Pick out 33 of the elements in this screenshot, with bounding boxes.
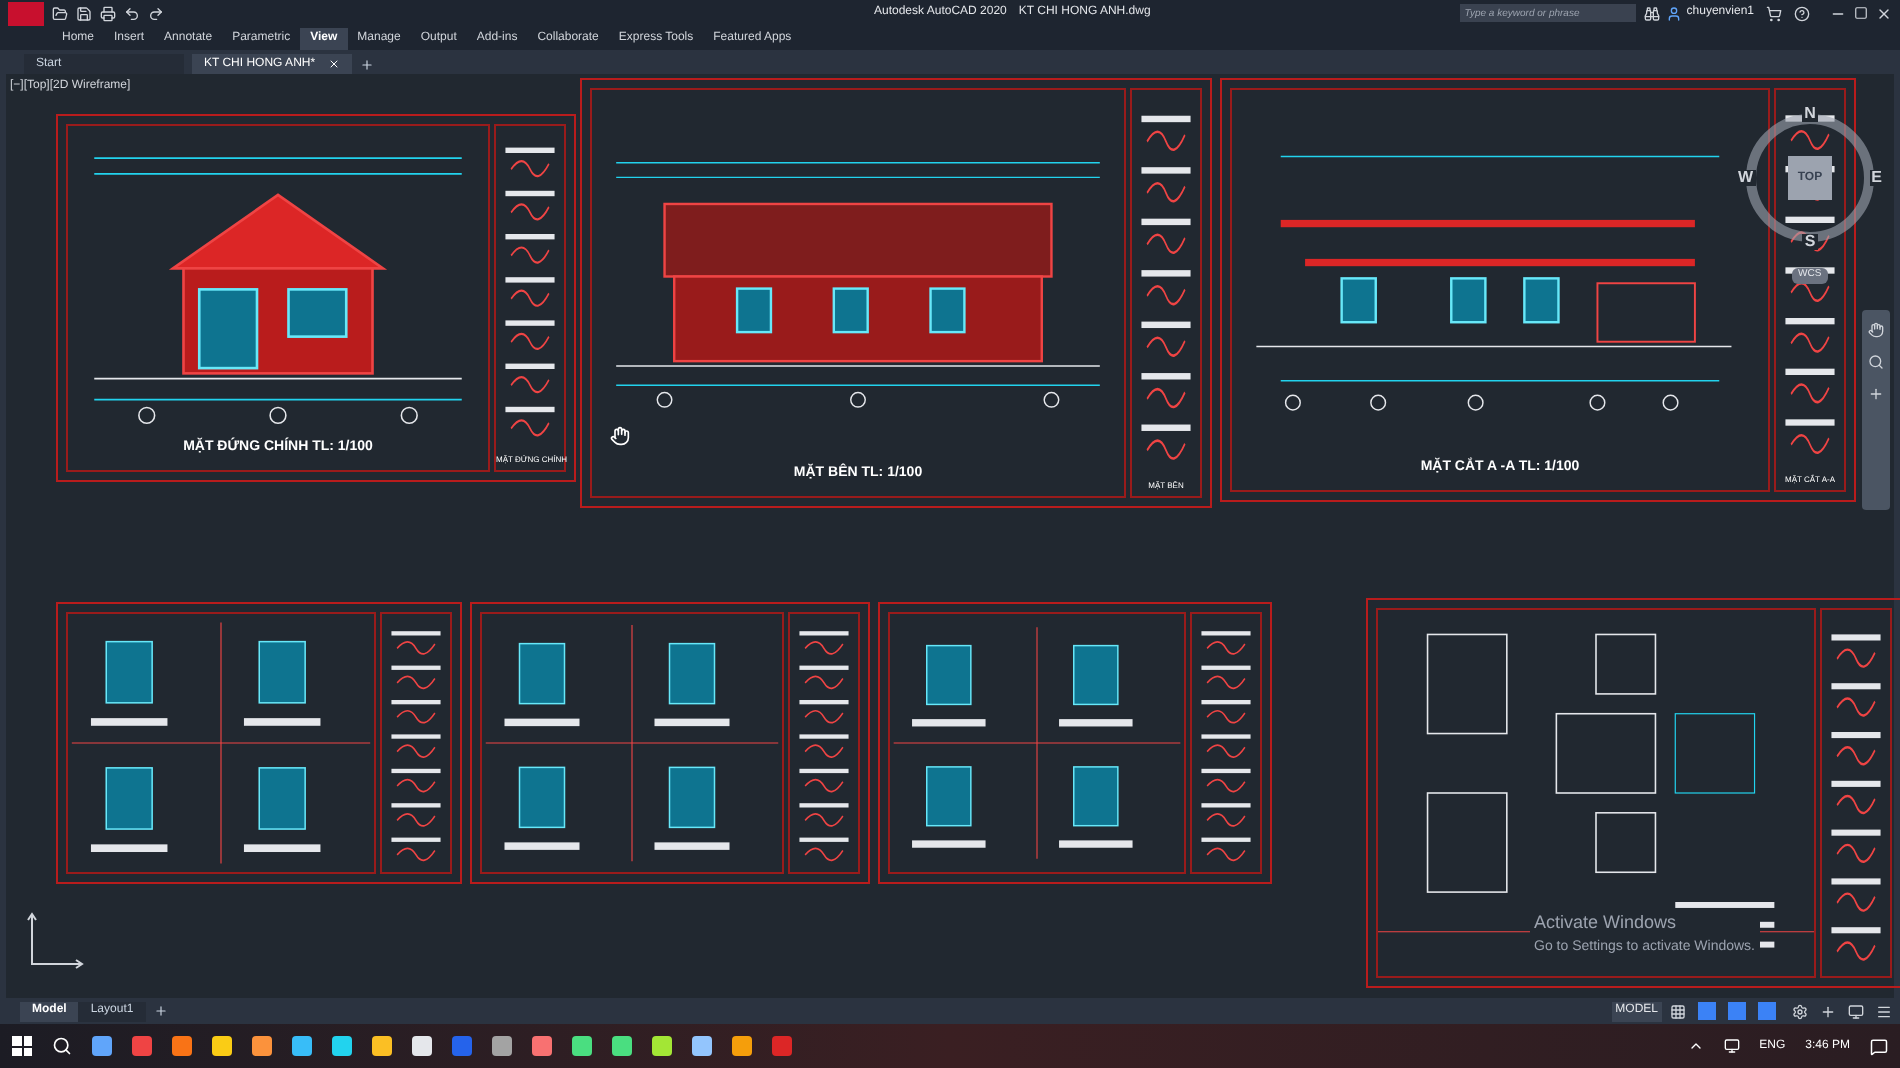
pan-icon[interactable]: [1868, 322, 1884, 338]
user-icon[interactable]: [1666, 5, 1683, 21]
zoom-icon[interactable]: [1868, 354, 1884, 370]
search-icon[interactable]: [52, 1036, 72, 1056]
network-icon[interactable]: [1723, 1038, 1740, 1054]
compass-east[interactable]: E: [1869, 170, 1884, 186]
undo-icon[interactable]: [124, 5, 140, 21]
plus-icon[interactable]: [1820, 1003, 1836, 1019]
compass-south[interactable]: S: [1802, 234, 1818, 250]
pan-cursor-icon: [610, 426, 630, 446]
grid-icon[interactable]: [1670, 1003, 1686, 1019]
screen-icon[interactable]: [1848, 1003, 1864, 1019]
maximize-icon[interactable]: [1854, 6, 1868, 20]
compass-north[interactable]: N: [1802, 106, 1818, 122]
ucs-axes-icon: [26, 910, 86, 970]
chevron-up-icon[interactable]: [1687, 1038, 1704, 1054]
print-icon[interactable]: [100, 5, 116, 21]
redo-icon[interactable]: [148, 5, 164, 21]
notifications-icon[interactable]: [1870, 1037, 1888, 1055]
save-icon[interactable]: [76, 5, 92, 21]
settings-icon[interactable]: [1792, 1003, 1808, 1019]
open-icon[interactable]: [52, 5, 68, 21]
help-icon[interactable]: [1794, 5, 1810, 21]
start-icon[interactable]: [12, 1036, 32, 1056]
activation-heading: Activate Windows: [1534, 910, 1679, 936]
new-tab-icon[interactable]: [360, 58, 374, 72]
orbit-icon[interactable]: [1868, 386, 1884, 402]
compass-west[interactable]: W: [1736, 170, 1756, 186]
binoculars-icon[interactable]: [1644, 5, 1661, 21]
menu-icon[interactable]: [1876, 1003, 1892, 1019]
new-layout-icon[interactable]: [153, 1004, 168, 1018]
cart-icon[interactable]: [1766, 5, 1782, 21]
close-icon[interactable]: [1876, 5, 1892, 21]
